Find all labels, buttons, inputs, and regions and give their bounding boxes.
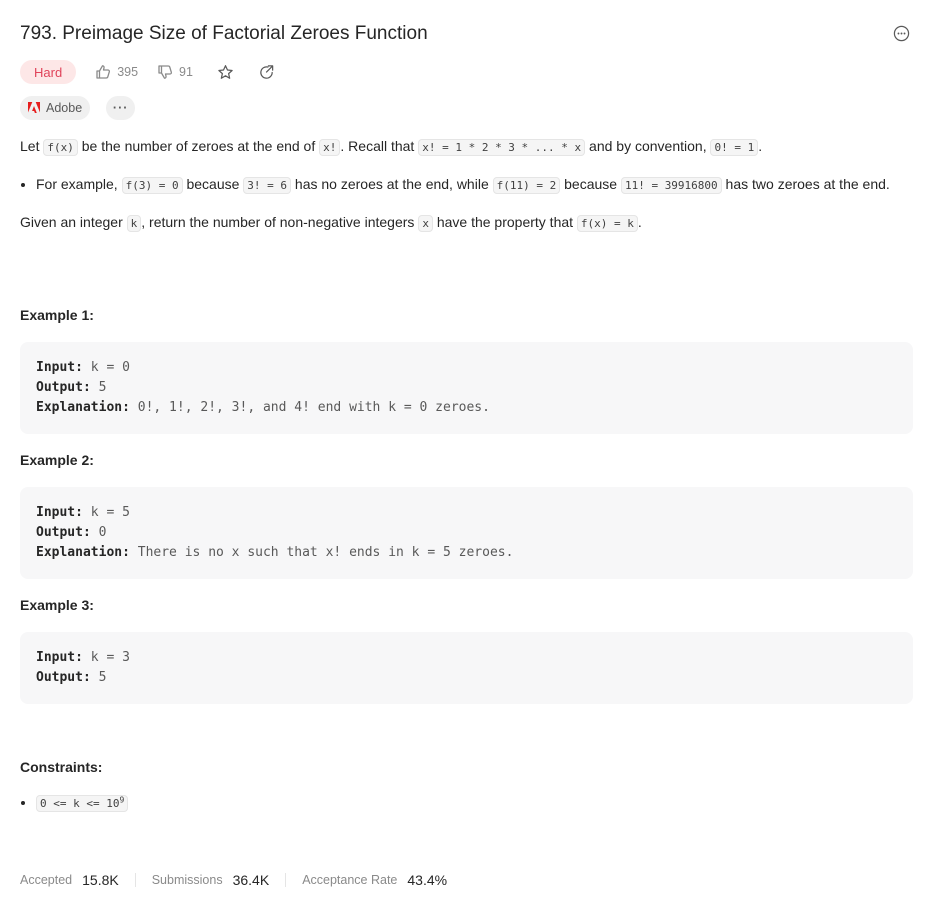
problem-title: 793. Preimage Size of Factorial Zeroes F…: [20, 23, 428, 44]
tag-label: Adobe: [46, 101, 83, 115]
inline-code: x: [418, 215, 433, 232]
thumbs-down-icon: [158, 65, 173, 79]
acceptance-rate-value: 43.4%: [407, 872, 448, 888]
submissions-value: 36.4K: [232, 872, 270, 888]
company-tag-adobe[interactable]: Adobe: [20, 96, 91, 120]
accepted-value: 15.8K: [82, 872, 119, 888]
example-1-box: Input: k = 0 Output: 5 Explanation: 0!, …: [20, 342, 913, 434]
inline-code: x! = 1 * 2 * 3 * ... * x: [418, 139, 586, 156]
meta-row: Hard 395 91: [20, 60, 275, 84]
like-count: 395: [117, 65, 139, 79]
inline-code: 0 <= k <= 109: [36, 795, 129, 812]
description-paragraph-2: Given an integer k, return the number of…: [20, 214, 642, 232]
share-button[interactable]: [258, 64, 275, 81]
example-3-box: Input: k = 3 Output: 5: [20, 632, 913, 704]
like-button[interactable]: 395: [95, 64, 138, 80]
favorite-button[interactable]: [217, 64, 234, 81]
constraints-list: 0 <= k <= 109: [20, 794, 129, 812]
thumbs-up-icon: [96, 65, 111, 79]
more-tags-button[interactable]: ···: [106, 96, 136, 120]
dislike-button[interactable]: 91: [157, 64, 193, 80]
inline-code: f(x): [43, 139, 78, 156]
dislike-count: 91: [179, 65, 193, 79]
inline-code: k: [126, 215, 142, 232]
example-3-title: Example 3:: [20, 597, 94, 613]
divider: [285, 873, 287, 887]
constraints-title: Constraints:: [20, 759, 103, 775]
acceptance-rate-label: Acceptance Rate: [302, 873, 398, 887]
star-icon: [218, 64, 233, 79]
list-item: 0 <= k <= 109: [36, 794, 129, 812]
inline-code: 0! = 1: [710, 139, 759, 156]
adobe-logo-icon: [28, 102, 40, 113]
inline-code: 11! = 39916800: [620, 177, 722, 194]
description-paragraph-1: Let f(x) be the number of zeroes at the …: [20, 138, 763, 156]
share-icon: [260, 64, 274, 79]
description-bullets: For example, f(3) = 0 because 3! = 6 has…: [20, 174, 913, 196]
more-circle-icon[interactable]: [893, 25, 910, 42]
inline-code: x!: [319, 139, 341, 156]
submissions-label: Submissions: [151, 873, 223, 887]
inline-code: f(11) = 2: [492, 177, 561, 194]
problem-description: Let f(x) be the number of zeroes at the …: [20, 136, 913, 234]
accepted-label: Accepted: [20, 873, 73, 887]
inline-code: f(x) = k: [576, 215, 638, 232]
title-row: 793. Preimage Size of Factorial Zeroes F…: [20, 22, 913, 48]
submission-stats: Accepted 15.8K Submissions 36.4K Accepta…: [20, 870, 447, 890]
example-2-title: Example 2:: [20, 452, 94, 468]
list-item: For example, f(3) = 0 because 3! = 6 has…: [36, 174, 913, 196]
divider: [134, 873, 136, 887]
tags-row: Adobe ···: [20, 96, 136, 120]
inline-code: f(3) = 0: [121, 177, 183, 194]
example-2-box: Input: k = 5 Output: 0 Explanation: Ther…: [20, 487, 913, 579]
inline-code: 3! = 6: [243, 177, 292, 194]
example-1-title: Example 1:: [20, 307, 94, 323]
difficulty-badge: Hard: [20, 60, 77, 84]
